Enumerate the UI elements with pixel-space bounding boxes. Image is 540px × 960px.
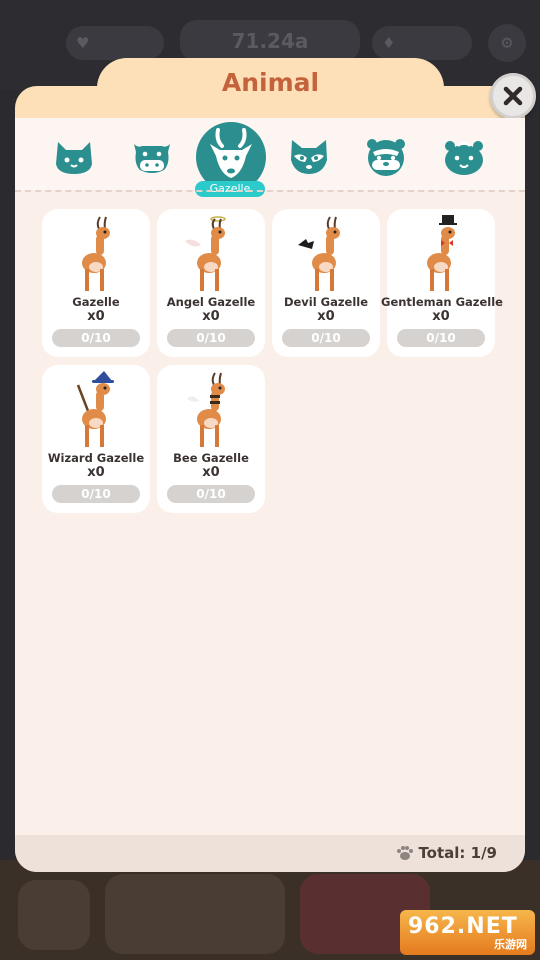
hamster-face-icon[interactable] <box>442 134 486 178</box>
bg-slot-playground <box>105 874 285 954</box>
paw-icon <box>397 846 414 860</box>
animal-count: x0 <box>87 309 105 324</box>
animal-name: Wizard Gazelle <box>47 451 145 465</box>
gazelle-figure-icon <box>82 216 110 291</box>
selected-tab-badge: Gazelle <box>195 181 265 197</box>
animal-count: x0 <box>317 309 335 324</box>
animal-count: x0 <box>202 309 220 324</box>
watermark-logo: 962.NET 乐游网 <box>400 910 535 955</box>
animal-count: x0 <box>432 309 450 324</box>
animal-name: Angel Gazelle <box>166 295 256 309</box>
bg-coin-pill: 71.24a <box>180 20 360 62</box>
animal-card[interactable]: Devil Gazelle x0 0/10 <box>272 209 380 357</box>
wizard-gazelle-figure-icon <box>76 371 114 447</box>
bg-gems-pill: ♦ <box>372 26 472 60</box>
bg-slot-cat <box>18 880 90 950</box>
animal-card[interactable]: Wizard Gazelle x0 0/10 <box>42 365 150 513</box>
collection-progress: 0/10 <box>282 329 370 347</box>
animal-count: x0 <box>202 465 220 480</box>
modal-footer: Total: 1/9 <box>15 835 525 872</box>
bg-hearts-pill: ♥ <box>66 26 164 60</box>
close-button[interactable] <box>490 73 536 119</box>
cat-face-icon[interactable] <box>52 134 96 178</box>
cow-face-icon[interactable] <box>130 134 174 178</box>
category-tabs: Gazelle <box>15 118 525 197</box>
close-icon <box>503 86 523 106</box>
modal-title: Animal <box>221 68 320 97</box>
animal-panel: Gazelle Gazelle x0 0/10 Angel Gazelle x0… <box>15 118 525 872</box>
bg-coins-value: 71.24a <box>231 29 309 53</box>
animal-card[interactable]: Gazelle x0 0/10 <box>42 209 150 357</box>
gentleman-gazelle-figure-icon <box>427 215 457 291</box>
animal-name: Gentleman Gazelle <box>381 295 503 309</box>
watermark-sub: 乐游网 <box>494 938 527 951</box>
animal-card[interactable]: Bee Gazelle x0 0/10 <box>157 365 265 513</box>
collection-progress: 0/10 <box>397 329 485 347</box>
devil-gazelle-figure-icon <box>298 216 340 291</box>
tabs-divider <box>15 190 525 192</box>
collection-progress: 0/10 <box>52 329 140 347</box>
total-label: Total: 1/9 <box>418 844 497 862</box>
red-panda-face-icon[interactable] <box>364 134 408 178</box>
collection-progress: 0/10 <box>167 329 255 347</box>
animal-count: x0 <box>87 465 105 480</box>
raccoon-face-icon[interactable] <box>287 134 331 178</box>
animal-name: Bee Gazelle <box>173 451 249 465</box>
animal-name: Gazelle <box>72 295 120 309</box>
collection-progress: 0/10 <box>52 485 140 503</box>
collection-progress: 0/10 <box>167 485 255 503</box>
bg-settings-icon: ⚙ <box>488 24 526 62</box>
animal-name: Devil Gazelle <box>283 295 369 309</box>
angel-gazelle-figure-icon <box>185 216 226 291</box>
total-counter: Total: 1/9 <box>396 844 497 862</box>
animal-card[interactable]: Angel Gazelle x0 0/10 <box>157 209 265 357</box>
animal-card[interactable]: Gentleman Gazelle x0 0/10 <box>381 209 503 357</box>
bee-gazelle-figure-icon <box>187 372 225 447</box>
